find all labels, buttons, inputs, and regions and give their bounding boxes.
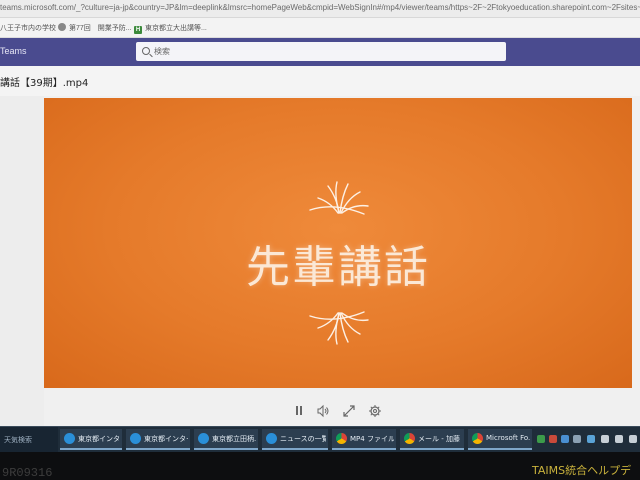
tray-app-icon[interactable]	[537, 435, 545, 443]
task-label: 東京都インター...	[78, 435, 120, 443]
task-label: Microsoft Fo...	[486, 434, 530, 442]
chrome-icon	[404, 433, 415, 444]
file-header: 講話【39期】.mp4	[0, 66, 640, 96]
ie-icon	[130, 433, 141, 444]
player-controls	[0, 398, 640, 424]
video-title: 先輩講話	[246, 242, 430, 293]
bookmark-label: 第77回 開業予防...	[69, 25, 132, 32]
tray-app-icon[interactable]	[561, 435, 569, 443]
task-label: メール - 加藤 ...	[418, 435, 462, 443]
bookmarks-bar: 八王子市内の学校 第77回 開業予防... H 東京都立大出講等...	[0, 18, 640, 38]
system-tray	[535, 431, 640, 449]
chrome-icon	[336, 433, 347, 444]
globe-icon	[58, 23, 66, 31]
task-item-3[interactable]: 東京都立田柄...	[194, 429, 258, 450]
tray-app-icon[interactable]	[573, 435, 581, 443]
start-search[interactable]: 天気検索	[0, 427, 58, 452]
settings-icon[interactable]	[368, 404, 382, 418]
app-name[interactable]: Teams	[0, 46, 27, 56]
windows-taskbar: 天気検索 東京都インター... 東京都インター... 東京都立田柄... ニュー…	[0, 426, 640, 452]
speaker-icon[interactable]	[601, 435, 609, 443]
bookmark-3[interactable]: H 東京都立大出講等...	[134, 23, 207, 34]
bookmark-label: 八王子市内の学校	[0, 25, 56, 32]
bookmark-2[interactable]: 第77回 開業予防...	[58, 23, 132, 33]
ornament-bottom-icon	[309, 311, 369, 345]
expand-icon[interactable]	[342, 404, 356, 418]
ie-icon	[198, 433, 209, 444]
notification-icon[interactable]	[615, 435, 623, 443]
task-item-7[interactable]: Microsoft Fo...	[468, 429, 532, 450]
task-label: 東京都インター...	[144, 435, 188, 443]
file-title: 講話【39期】.mp4	[0, 78, 89, 89]
h-badge-icon: H	[134, 26, 142, 34]
ornament-top-icon	[309, 181, 369, 215]
ie-icon	[64, 433, 75, 444]
search-icon	[142, 47, 150, 55]
search-placeholder: 検索	[154, 47, 170, 56]
bookmark-1[interactable]: 八王子市内の学校	[0, 23, 56, 33]
chrome-icon	[472, 433, 483, 444]
task-label: ニュースの一覧 |...	[280, 435, 326, 443]
tray-app-icon[interactable]	[629, 435, 637, 443]
bezel-label: 9R09316	[2, 466, 53, 480]
search-input[interactable]: 検索	[136, 42, 506, 61]
task-item-5[interactable]: MP4 ファイル ビ...	[332, 429, 396, 450]
task-label: MP4 ファイル ビ...	[350, 435, 394, 443]
address-bar[interactable]: teams.microsoft.com/_?culture=ja-jp&coun…	[0, 0, 640, 18]
teams-header: Teams 検索	[0, 38, 640, 66]
pause-icon[interactable]	[292, 404, 306, 418]
left-rail	[0, 96, 44, 426]
task-item-4[interactable]: ニュースの一覧 |...	[262, 429, 328, 450]
monitor-bezel: 9R09316 TAIMS統合ヘルプデ	[0, 452, 640, 480]
start-label: 天気検索	[4, 436, 32, 444]
task-label: 東京都立田柄...	[212, 435, 256, 443]
task-item-2[interactable]: 東京都インター...	[126, 429, 190, 450]
video-frame[interactable]: 先輩講話	[44, 98, 632, 388]
ie-icon	[266, 433, 277, 444]
task-item-6[interactable]: メール - 加藤 ...	[400, 429, 464, 450]
network-icon[interactable]	[587, 435, 595, 443]
monitor-screen: teams.microsoft.com/_?culture=ja-jp&coun…	[0, 0, 640, 452]
tray-app-icon[interactable]	[549, 435, 557, 443]
url-text[interactable]: teams.microsoft.com/_?culture=ja-jp&coun…	[0, 3, 640, 12]
volume-icon[interactable]	[316, 404, 330, 418]
bookmark-label: 東京都立大出講等...	[145, 25, 207, 32]
task-item-1[interactable]: 東京都インター...	[60, 429, 122, 450]
bezel-sticker-text: TAIMS統合ヘルプデ	[532, 464, 632, 477]
